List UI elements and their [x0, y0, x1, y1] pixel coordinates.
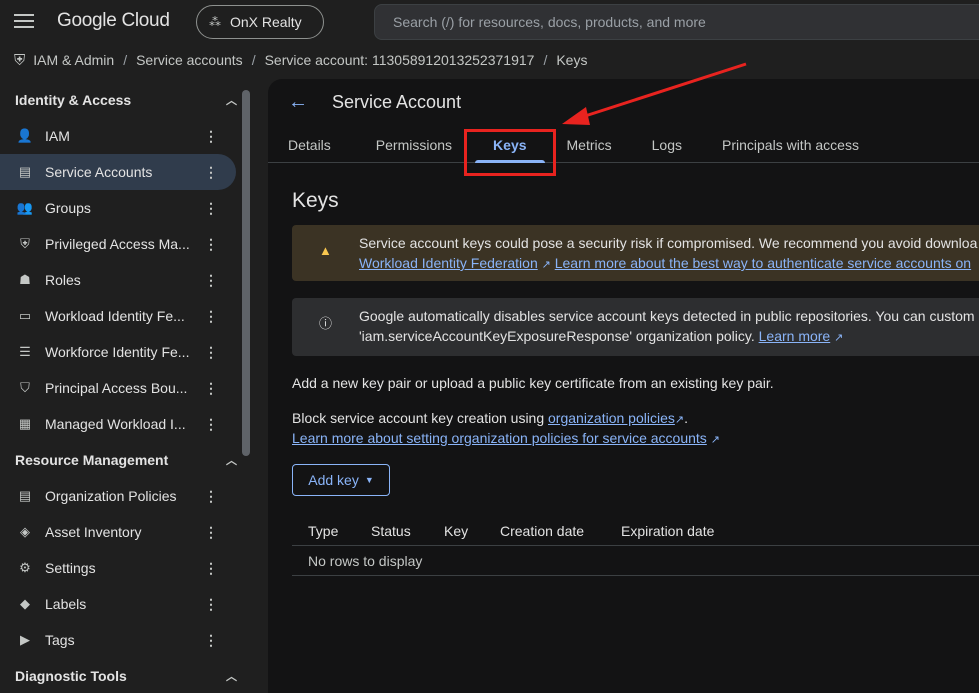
annotation-arrow	[562, 62, 747, 125]
